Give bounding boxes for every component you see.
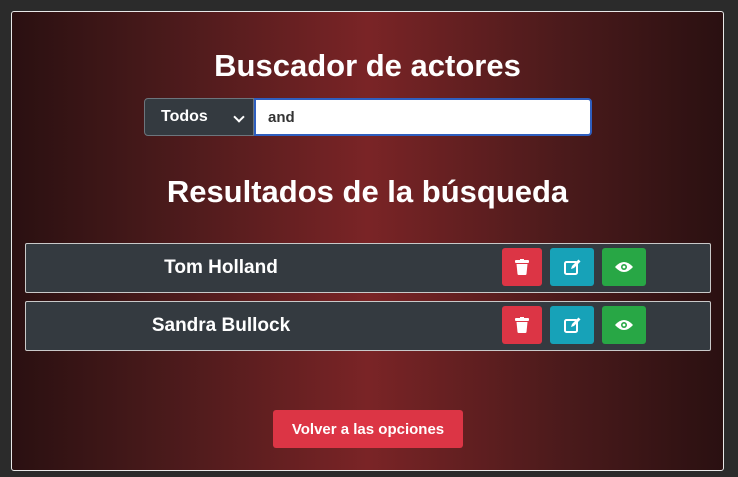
- search-input[interactable]: [254, 98, 592, 136]
- page-title: Buscador de actores: [214, 48, 521, 83]
- delete-button[interactable]: [502, 248, 542, 286]
- edit-button[interactable]: [550, 306, 594, 344]
- actor-name: Sandra Bullock: [151, 315, 291, 336]
- edit-icon: [563, 259, 580, 275]
- eye-icon: [615, 262, 633, 272]
- edit-button[interactable]: [550, 248, 594, 286]
- filter-select[interactable]: Todos: [144, 98, 254, 136]
- trash-icon: [515, 259, 529, 275]
- search-panel: Buscador de actores Todos Resultados de …: [11, 11, 724, 471]
- actor-name: Tom Holland: [164, 257, 278, 278]
- edit-icon: [563, 317, 580, 333]
- search-bar: Todos: [144, 98, 592, 136]
- back-to-options-button[interactable]: Volver a las opciones: [273, 410, 463, 448]
- result-row: Tom Holland: [25, 243, 711, 293]
- trash-icon: [515, 317, 529, 333]
- chevron-down-icon: [233, 111, 245, 123]
- filter-select-value: Todos: [161, 108, 208, 125]
- results-list: Tom Holland Sandra Bullock: [25, 243, 711, 359]
- eye-icon: [615, 320, 633, 330]
- view-button[interactable]: [602, 248, 646, 286]
- delete-button[interactable]: [502, 306, 542, 344]
- view-button[interactable]: [602, 306, 646, 344]
- results-title: Resultados de la búsqueda: [166, 174, 569, 209]
- result-row: Sandra Bullock: [25, 301, 711, 351]
